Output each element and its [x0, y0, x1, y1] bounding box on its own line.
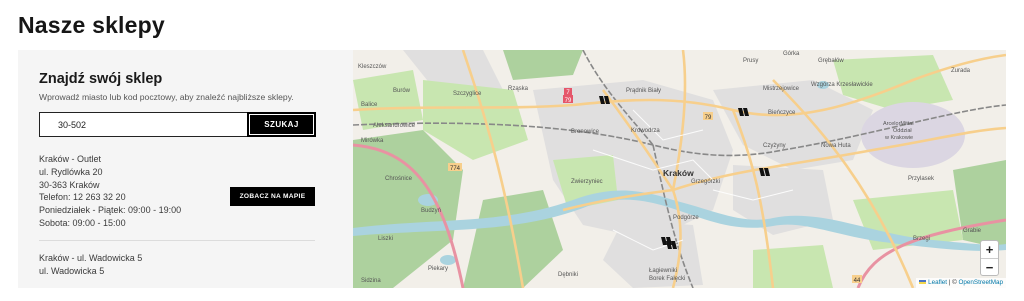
map-tiles: 79 79 774 7 44 Kraków Krowodrza Prądnik … — [353, 50, 1006, 288]
store-hours-saturday: Sobota: 09:00 - 15:00 — [39, 217, 126, 228]
map-label: Podgórze — [673, 215, 699, 221]
map-label: Zurada — [951, 68, 971, 74]
map-label: Prądnik Biały — [626, 88, 661, 94]
map-label: Przylasek — [908, 176, 935, 182]
attribution-separator: | © — [947, 279, 959, 286]
openstreetmap-link[interactable]: OpenStreetMap — [959, 279, 1003, 286]
show-on-map-button[interactable]: ZOBACZ NA MAPIE — [230, 187, 315, 206]
map-label: Krowodrza — [631, 128, 660, 134]
map-label: Grębałów — [818, 58, 844, 64]
map-label: Mistrzejowice — [763, 86, 800, 92]
store-finder-panel: Znajdź swój sklep Wprowadź miasto lub ko… — [18, 50, 353, 288]
map-label: Zwierzyniec — [571, 179, 603, 185]
map-label: Brzegi — [913, 236, 930, 242]
finder-title: Znajdź swój sklep — [39, 71, 163, 87]
store-hours-weekdays: Poniedziałek - Piątek: 09:00 - 19:00 — [39, 205, 182, 216]
map-label: Szczyglice — [453, 91, 482, 97]
map-label: Mirówka — [361, 138, 384, 144]
zoom-in-button[interactable]: + — [981, 241, 998, 258]
map-label: Bieńczyce — [768, 110, 796, 116]
map-label: Nowa Huta — [821, 143, 851, 149]
zoom-out-button[interactable]: − — [981, 258, 998, 275]
map-label: Kleszczów — [358, 64, 387, 70]
store-street: ul. Wadowicka 5 — [39, 265, 105, 276]
map-label: Rząska — [508, 86, 529, 92]
store-street: ul. Rydlówka 20 — [39, 166, 103, 177]
map-label: Aleksandrowice — [373, 123, 416, 129]
store-name: Kraków - ul. Wadowicka 5 — [39, 253, 143, 263]
map-label: Chrośnice — [385, 176, 413, 182]
leaflet-link[interactable]: Leaflet — [928, 279, 947, 286]
search-button[interactable]: SZUKAJ — [247, 112, 316, 137]
ukraine-flag-icon — [919, 280, 927, 285]
store-item: Kraków - Outlet ul. Rydlówka 20 30-363 K… — [39, 153, 181, 230]
finder-subtitle: Wprowadź miasto lub kod pocztowy, aby zn… — [39, 92, 294, 102]
store-phone: Telefon: 12 263 32 20 — [39, 192, 126, 203]
map-label: Bronowice — [571, 129, 600, 135]
road-shield-label: 774 — [450, 166, 461, 172]
map-label: Borek Fałęcki — [649, 276, 685, 282]
map-label: Burów — [393, 88, 411, 94]
road-shield-label: 79 — [705, 115, 712, 121]
map-label: Prusy — [743, 58, 758, 64]
zoom-control: + − — [980, 240, 999, 276]
map-label: w Krakowie — [884, 135, 913, 141]
map-attribution: Leaflet | © OpenStreetMap — [916, 278, 1006, 288]
map-label: Łagiewniki — [649, 268, 677, 274]
map-label: Piekary — [428, 266, 448, 272]
map-label: Oddział — [893, 128, 912, 134]
store-divider — [39, 240, 315, 241]
map-label: ArcelorMittal — [883, 121, 914, 127]
map-label: Budzyń — [421, 208, 441, 214]
map-label-city: Kraków — [663, 168, 694, 178]
page-title: Nasze sklepy — [18, 12, 165, 38]
road-shield-label: 79 — [565, 98, 572, 104]
map-label: Górka — [783, 51, 800, 57]
map-label: Dębniki — [558, 272, 578, 278]
map-label: Wzgórza Krzesławickie — [811, 82, 873, 88]
map-label: Sidzina — [361, 278, 381, 284]
store-map[interactable]: 79 79 774 7 44 Kraków Krowodrza Prądnik … — [353, 50, 1006, 288]
map-label: Balice — [361, 102, 378, 108]
store-item: Kraków - ul. Wadowicka 5 ul. Wadowicka 5 — [39, 252, 142, 278]
map-label: Liszki — [378, 236, 393, 242]
search-input[interactable] — [39, 112, 247, 137]
map-label: Czyżyny — [763, 143, 786, 149]
store-name: Kraków - Outlet — [39, 154, 102, 164]
road-shield-label: 44 — [854, 278, 861, 284]
map-label: Grabie — [963, 228, 982, 234]
map-label: Grzegórzki — [691, 179, 720, 185]
store-postal-city: 30-363 Kraków — [39, 179, 100, 190]
